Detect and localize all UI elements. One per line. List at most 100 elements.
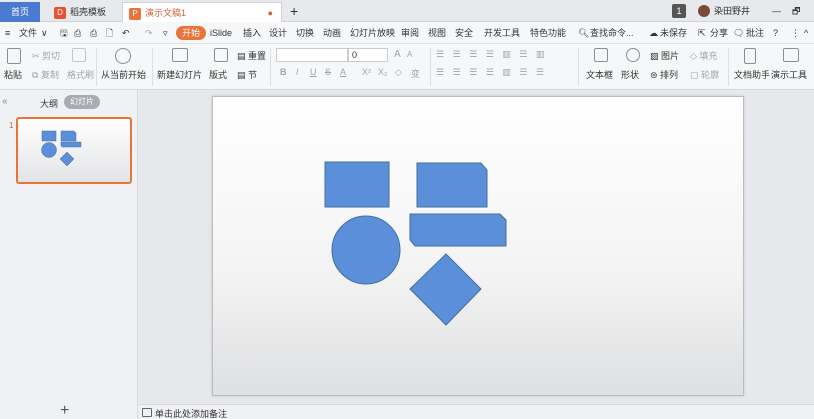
present-tools-icon[interactable]: [783, 48, 799, 62]
more-button[interactable]: ⋮: [791, 26, 800, 40]
shape-button[interactable]: 形状: [621, 68, 639, 81]
grow-font-button[interactable]: A: [394, 49, 401, 60]
collapse-ribbon-button[interactable]: ^: [804, 26, 808, 40]
tab-docer-templates[interactable]: D 稻壳模板: [48, 2, 118, 22]
avatar[interactable]: [698, 5, 710, 17]
menu-start[interactable]: 开始: [176, 26, 207, 40]
superscript-button[interactable]: X²: [362, 67, 371, 77]
redo-icon[interactable]: ↷: [145, 26, 153, 40]
paragraph-align-icons[interactable]: ☰ ☰ ☰ ☰ ▥ ☰ ☰: [436, 67, 547, 78]
divider: [270, 48, 271, 86]
layout-icon[interactable]: [214, 48, 228, 62]
share-button[interactable]: 分享: [710, 26, 728, 40]
paste-button[interactable]: 粘贴: [4, 68, 22, 81]
present-tools-button[interactable]: 演示工具: [771, 68, 807, 81]
cut-button[interactable]: ✂ 剪切: [32, 49, 60, 62]
menu-design[interactable]: 设计: [269, 26, 287, 40]
menu-transition[interactable]: 切换: [296, 26, 314, 40]
restore-button[interactable]: 🗗: [792, 4, 800, 18]
strikethrough-button[interactable]: S: [325, 67, 331, 77]
menu-developer[interactable]: 开发工具: [484, 26, 520, 40]
clear-format-icon[interactable]: ◇: [395, 67, 402, 78]
menu-file[interactable]: 文件: [19, 26, 37, 40]
format-painter-button[interactable]: 格式刷: [67, 68, 94, 81]
menu-slideshow[interactable]: 幻灯片放映: [350, 26, 395, 40]
play-icon[interactable]: [115, 48, 131, 64]
slide-panel: « 大纲 幻灯片 1 +: [0, 90, 138, 419]
menu-animation[interactable]: 动画: [323, 26, 341, 40]
fill-button[interactable]: ◇ 填充: [690, 49, 717, 62]
print-icon[interactable]: ⎙: [90, 26, 97, 40]
font-family-select[interactable]: [276, 48, 348, 62]
minimize-button[interactable]: —: [772, 4, 781, 18]
outline-button[interactable]: ▢ 轮廓: [690, 68, 719, 81]
shape-snipped-rectangle[interactable]: [416, 162, 488, 208]
save-icon[interactable]: 🖫: [60, 26, 68, 40]
collapse-panel-icon[interactable]: «: [2, 96, 8, 107]
textbox-button[interactable]: 文本框: [586, 68, 613, 81]
arrange-button[interactable]: ⊜ 排列: [650, 68, 678, 81]
from-current-button[interactable]: 从当前开始: [101, 68, 146, 81]
slide-thumbnail[interactable]: [16, 117, 132, 184]
notes-placeholder[interactable]: 单击此处添加备注: [155, 407, 227, 419]
tab-slides[interactable]: 幻灯片: [64, 95, 100, 109]
user-name[interactable]: 染田野井: [714, 4, 750, 18]
subscript-button[interactable]: X₂: [378, 67, 388, 77]
font-size-select[interactable]: 0: [348, 48, 388, 62]
add-tab-button[interactable]: +: [290, 3, 298, 19]
cloud-icon: ☁: [649, 28, 658, 38]
divider: [96, 48, 97, 86]
shape-diamond[interactable]: [409, 253, 482, 326]
picture-button[interactable]: ▨ 图片: [650, 49, 679, 62]
menu-security[interactable]: 安全: [455, 26, 473, 40]
shrink-font-button[interactable]: A: [407, 50, 412, 59]
shape-snipped-bar[interactable]: [409, 213, 507, 247]
notes-bar[interactable]: 单击此处添加备注: [139, 404, 814, 419]
search-command[interactable]: 查找命令...: [590, 26, 634, 40]
export-icon[interactable]: ⎙: [74, 26, 81, 40]
comment-icon: 🗨: [733, 28, 745, 38]
shape-circle[interactable]: [331, 215, 401, 285]
underline-button[interactable]: U: [310, 67, 317, 77]
doc-assistant-button[interactable]: 文档助手: [734, 68, 770, 81]
menu-insert[interactable]: 插入: [243, 26, 261, 40]
tab-outline[interactable]: 大纲: [40, 97, 58, 110]
notification-badge[interactable]: 1: [672, 4, 686, 18]
add-slide-button[interactable]: +: [60, 402, 69, 419]
bold-button[interactable]: B: [280, 67, 287, 77]
chevron-down-icon[interactable]: ∨: [41, 26, 48, 40]
menu-special[interactable]: 特色功能: [530, 26, 566, 40]
new-slide-button[interactable]: 新建幻灯片: [157, 68, 202, 81]
section-button[interactable]: ▤ 节: [237, 68, 257, 81]
new-slide-icon[interactable]: [172, 48, 188, 62]
preview-icon[interactable]: 🗋: [106, 26, 113, 40]
doc-assistant-icon[interactable]: [744, 48, 756, 64]
shape-icon[interactable]: [626, 48, 640, 62]
reset-button[interactable]: ▤ 重置: [237, 49, 266, 62]
textbox-icon[interactable]: [594, 48, 608, 62]
paragraph-list-icons[interactable]: ☰ ☰ ☰ ☰ ▥ ☰ ▥: [436, 49, 547, 60]
layout-button[interactable]: 版式: [209, 68, 227, 81]
hamburger-icon[interactable]: ≡: [5, 26, 10, 40]
help-button[interactable]: ?: [773, 26, 778, 40]
unsaved-status[interactable]: 未保存: [660, 26, 687, 40]
search-icon[interactable]: 🔍︎: [578, 26, 589, 40]
share-icon: ⇱: [698, 28, 706, 38]
menu-islide[interactable]: iSlide: [210, 26, 232, 40]
copy-button[interactable]: ⧉ 复制: [32, 68, 59, 81]
comment-button[interactable]: 批注: [746, 26, 764, 40]
text-effect-button[interactable]: 变: [411, 67, 420, 80]
italic-button[interactable]: I: [296, 67, 299, 77]
menu-view[interactable]: 视图: [428, 26, 446, 40]
thumb-rectangle: [41, 130, 57, 142]
shape-rectangle[interactable]: [324, 161, 390, 208]
tab-presentation[interactable]: P 演示文稿1 ●: [122, 2, 282, 22]
menu-review[interactable]: 审阅: [401, 26, 419, 40]
font-color-button[interactable]: A: [340, 67, 346, 77]
undo-icon[interactable]: ↶: [122, 26, 130, 40]
customize-toolbar-icon[interactable]: ▿: [163, 26, 168, 40]
divider: [578, 48, 579, 86]
paste-icon[interactable]: [7, 48, 21, 64]
tab-home[interactable]: 首页: [0, 2, 40, 22]
slide-canvas[interactable]: [212, 96, 744, 396]
